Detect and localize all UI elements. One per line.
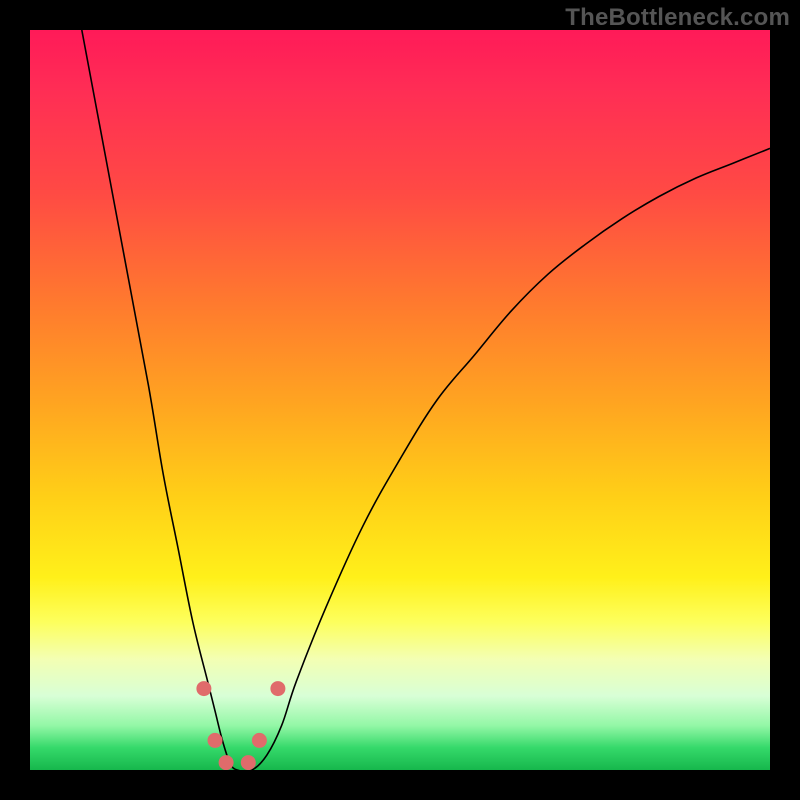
curve-marker-1 (208, 733, 222, 747)
curve-marker-0 (197, 682, 211, 696)
chart-frame: TheBottleneck.com (0, 0, 800, 800)
marker-group (197, 682, 285, 770)
curve-marker-3 (241, 756, 255, 770)
watermark-text: TheBottleneck.com (565, 4, 790, 32)
plot-area (30, 30, 770, 770)
bottleneck-curve-path (82, 30, 770, 770)
curve-marker-4 (252, 733, 266, 747)
curve-marker-2 (219, 756, 233, 770)
curve-layer (30, 30, 770, 770)
curve-marker-5 (271, 682, 285, 696)
